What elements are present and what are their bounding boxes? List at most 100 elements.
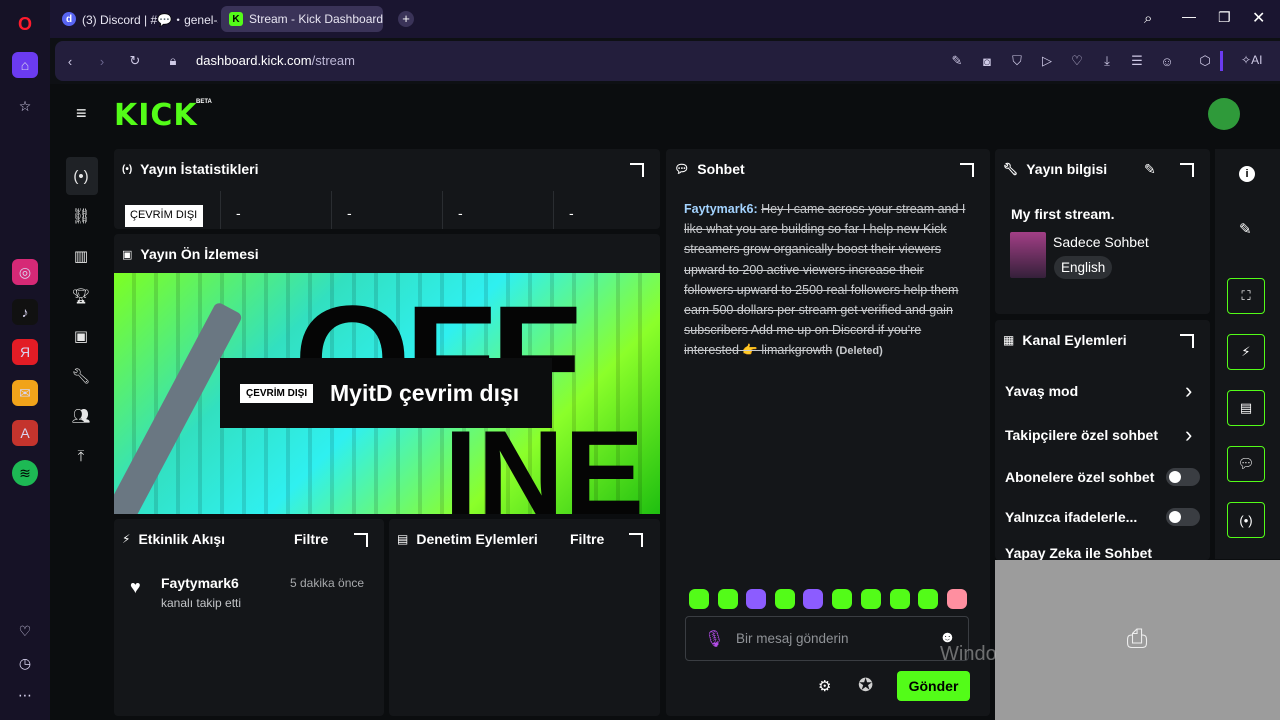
nav-trophy-icon[interactable]: 🏆︎: [69, 284, 93, 308]
spotify-icon[interactable]: ≋: [12, 460, 38, 486]
cube-icon[interactable]: ⬡: [1195, 51, 1215, 71]
subscribers-only-toggle[interactable]: [1166, 468, 1200, 486]
chevron-right-icon[interactable]: ›: [1185, 378, 1192, 404]
popout-icon[interactable]: [1180, 163, 1194, 177]
emotes-only-item: Yalnızca ifadelerle...: [1005, 509, 1138, 525]
mail-icon[interactable]: ✉: [12, 380, 38, 406]
nav-video-icon[interactable]: ▣: [69, 324, 93, 348]
chat-button[interactable]: 💬︎: [1227, 446, 1265, 482]
hamburger-icon[interactable]: ≡: [76, 104, 94, 122]
category-thumbnail[interactable]: [1010, 232, 1046, 278]
emote-icon[interactable]: [918, 589, 938, 609]
emote-icon[interactable]: [861, 589, 881, 609]
reload-icon[interactable]: ↻: [125, 51, 145, 71]
kick-favicon-icon: K: [229, 12, 243, 26]
instagram-icon[interactable]: ◎: [12, 259, 38, 285]
settings-gear-icon[interactable]: ⚙: [818, 677, 831, 695]
tab-bar: d (3) Discord | #💬・genel-so K Stream - K…: [50, 0, 1280, 38]
new-tab-icon[interactable]: +: [398, 11, 414, 27]
emotes-only-toggle[interactable]: [1166, 508, 1200, 526]
category-name[interactable]: Sadece Sohbet: [1053, 234, 1149, 250]
heart-outline-icon[interactable]: ♡: [1067, 51, 1087, 71]
printer-icon: ⎙: [1126, 623, 1148, 653]
emote-icon[interactable]: [718, 589, 738, 609]
avatar[interactable]: [1208, 98, 1240, 130]
translate-icon[interactable]: A: [12, 420, 38, 446]
download-icon[interactable]: ⤓: [1097, 51, 1117, 71]
emote-icon[interactable]: [890, 589, 910, 609]
activity-header: ⚡︎ Etkinlik Akışı: [122, 531, 225, 547]
camera-icon[interactable]: ◙: [977, 51, 997, 71]
settings-sliders-icon[interactable]: ☰: [1127, 51, 1147, 71]
nav-community-icon[interactable]: 👥︎: [69, 404, 93, 428]
chat-username[interactable]: Faytymark6: [684, 202, 754, 216]
moderation-header: ▤ Denetim Eylemleri: [397, 531, 538, 547]
popout-icon[interactable]: [354, 533, 368, 547]
document-button[interactable]: ▤: [1227, 390, 1265, 426]
address-bar: ‹ › ↻ 🔒︎ dashboard.kick.com/stream ✎ ◙ ⛉…: [55, 41, 1280, 81]
nav-upload-icon[interactable]: ⤒: [69, 444, 93, 468]
back-icon[interactable]: ‹: [60, 51, 80, 71]
search-icon[interactable]: ⌕: [1144, 10, 1152, 27]
followers-only-item[interactable]: Takipçilere özel sohbet: [1005, 427, 1158, 443]
emote-icon[interactable]: [689, 589, 709, 609]
activity-user[interactable]: Faytymark6: [161, 575, 239, 591]
ai-chat-item[interactable]: Yapay Zeka ile Sohbet: [1005, 545, 1152, 560]
tiktok-icon[interactable]: ♪: [12, 299, 38, 325]
kick-logo[interactable]: KICK: [114, 98, 198, 133]
tab-kick[interactable]: K Stream - Kick Dashboard: [221, 6, 383, 32]
close-icon[interactable]: ✕: [1252, 8, 1265, 28]
emote-icon[interactable]: [832, 589, 852, 609]
emote-icon[interactable]: [947, 589, 967, 609]
broadcast-button[interactable]: (•): [1227, 502, 1265, 538]
microphone-icon[interactable]: 🎙︎: [704, 629, 724, 649]
preview-icon: ▣: [122, 248, 133, 261]
yandex-icon[interactable]: Я: [12, 339, 38, 365]
channel-icon: ▦: [1003, 333, 1015, 347]
slow-mode-item[interactable]: Yavaş mod: [1005, 383, 1078, 399]
more-icon[interactable]: ⋯: [12, 682, 38, 708]
screenshot-button[interactable]: ⛶: [1227, 278, 1265, 314]
url-field[interactable]: dashboard.kick.com/stream: [196, 53, 355, 68]
stat-value: -: [458, 205, 463, 221]
emote-icon[interactable]: [803, 589, 823, 609]
play-icon[interactable]: ▷: [1037, 51, 1057, 71]
wrench-icon: 🔧︎: [1003, 162, 1019, 176]
send-button[interactable]: Gönder: [897, 671, 970, 701]
nav-analytics-icon[interactable]: ▥: [69, 244, 93, 268]
popout-icon[interactable]: [630, 163, 644, 177]
heart-icon[interactable]: ♡: [12, 618, 38, 644]
activity-filter-button[interactable]: Filtre: [294, 531, 328, 547]
share-icon[interactable]: ✎: [947, 51, 967, 71]
popout-icon[interactable]: [629, 533, 643, 547]
edit-pencil-icon[interactable]: ✎: [1144, 161, 1156, 178]
ai-button[interactable]: ✧AI: [1241, 53, 1262, 67]
badge-star-icon[interactable]: ✪: [858, 675, 873, 696]
shield-icon[interactable]: ⛉: [1007, 51, 1027, 71]
bookmark-star-icon[interactable]: ☆: [12, 93, 38, 119]
nav-wrench-icon[interactable]: 🔧︎: [69, 364, 93, 388]
nav-link-icon[interactable]: ⛓: [69, 204, 93, 228]
tab-discord[interactable]: d (3) Discord | #💬・genel-so: [54, 6, 218, 32]
emote-icon[interactable]: [775, 589, 795, 609]
stat-value: -: [236, 205, 241, 221]
maximize-icon[interactable]: ❐: [1218, 9, 1231, 26]
home-icon[interactable]: ⌂: [12, 52, 38, 78]
profile-icon[interactable]: ☺: [1157, 51, 1177, 71]
minimize-icon[interactable]: —: [1182, 8, 1196, 24]
info-icon[interactable]: i: [1239, 166, 1255, 182]
edit-icon[interactable]: ✎: [1239, 220, 1252, 238]
moderation-filter-button[interactable]: Filtre: [570, 531, 604, 547]
history-clock-icon[interactable]: ◷: [12, 650, 38, 676]
opera-sidebar: O ⌂ ☆ ◎ ♪ Я ✉ A ≋ ♡ ◷ ⋯: [0, 0, 50, 720]
nav-stream-icon[interactable]: (•): [69, 164, 93, 188]
popout-icon[interactable]: [960, 163, 974, 177]
chat-input-box[interactable]: 🎙︎ Bir mesaj gönderin ☻: [685, 616, 969, 661]
popout-icon[interactable]: [1180, 334, 1194, 348]
emote-icon[interactable]: [746, 589, 766, 609]
activity-action: kanalı takip etti: [161, 596, 242, 610]
forward-icon[interactable]: ›: [92, 51, 112, 71]
lightning-button[interactable]: ⚡︎: [1227, 334, 1265, 370]
opera-logo-icon[interactable]: O: [12, 11, 38, 37]
chevron-right-icon[interactable]: ›: [1185, 422, 1192, 448]
